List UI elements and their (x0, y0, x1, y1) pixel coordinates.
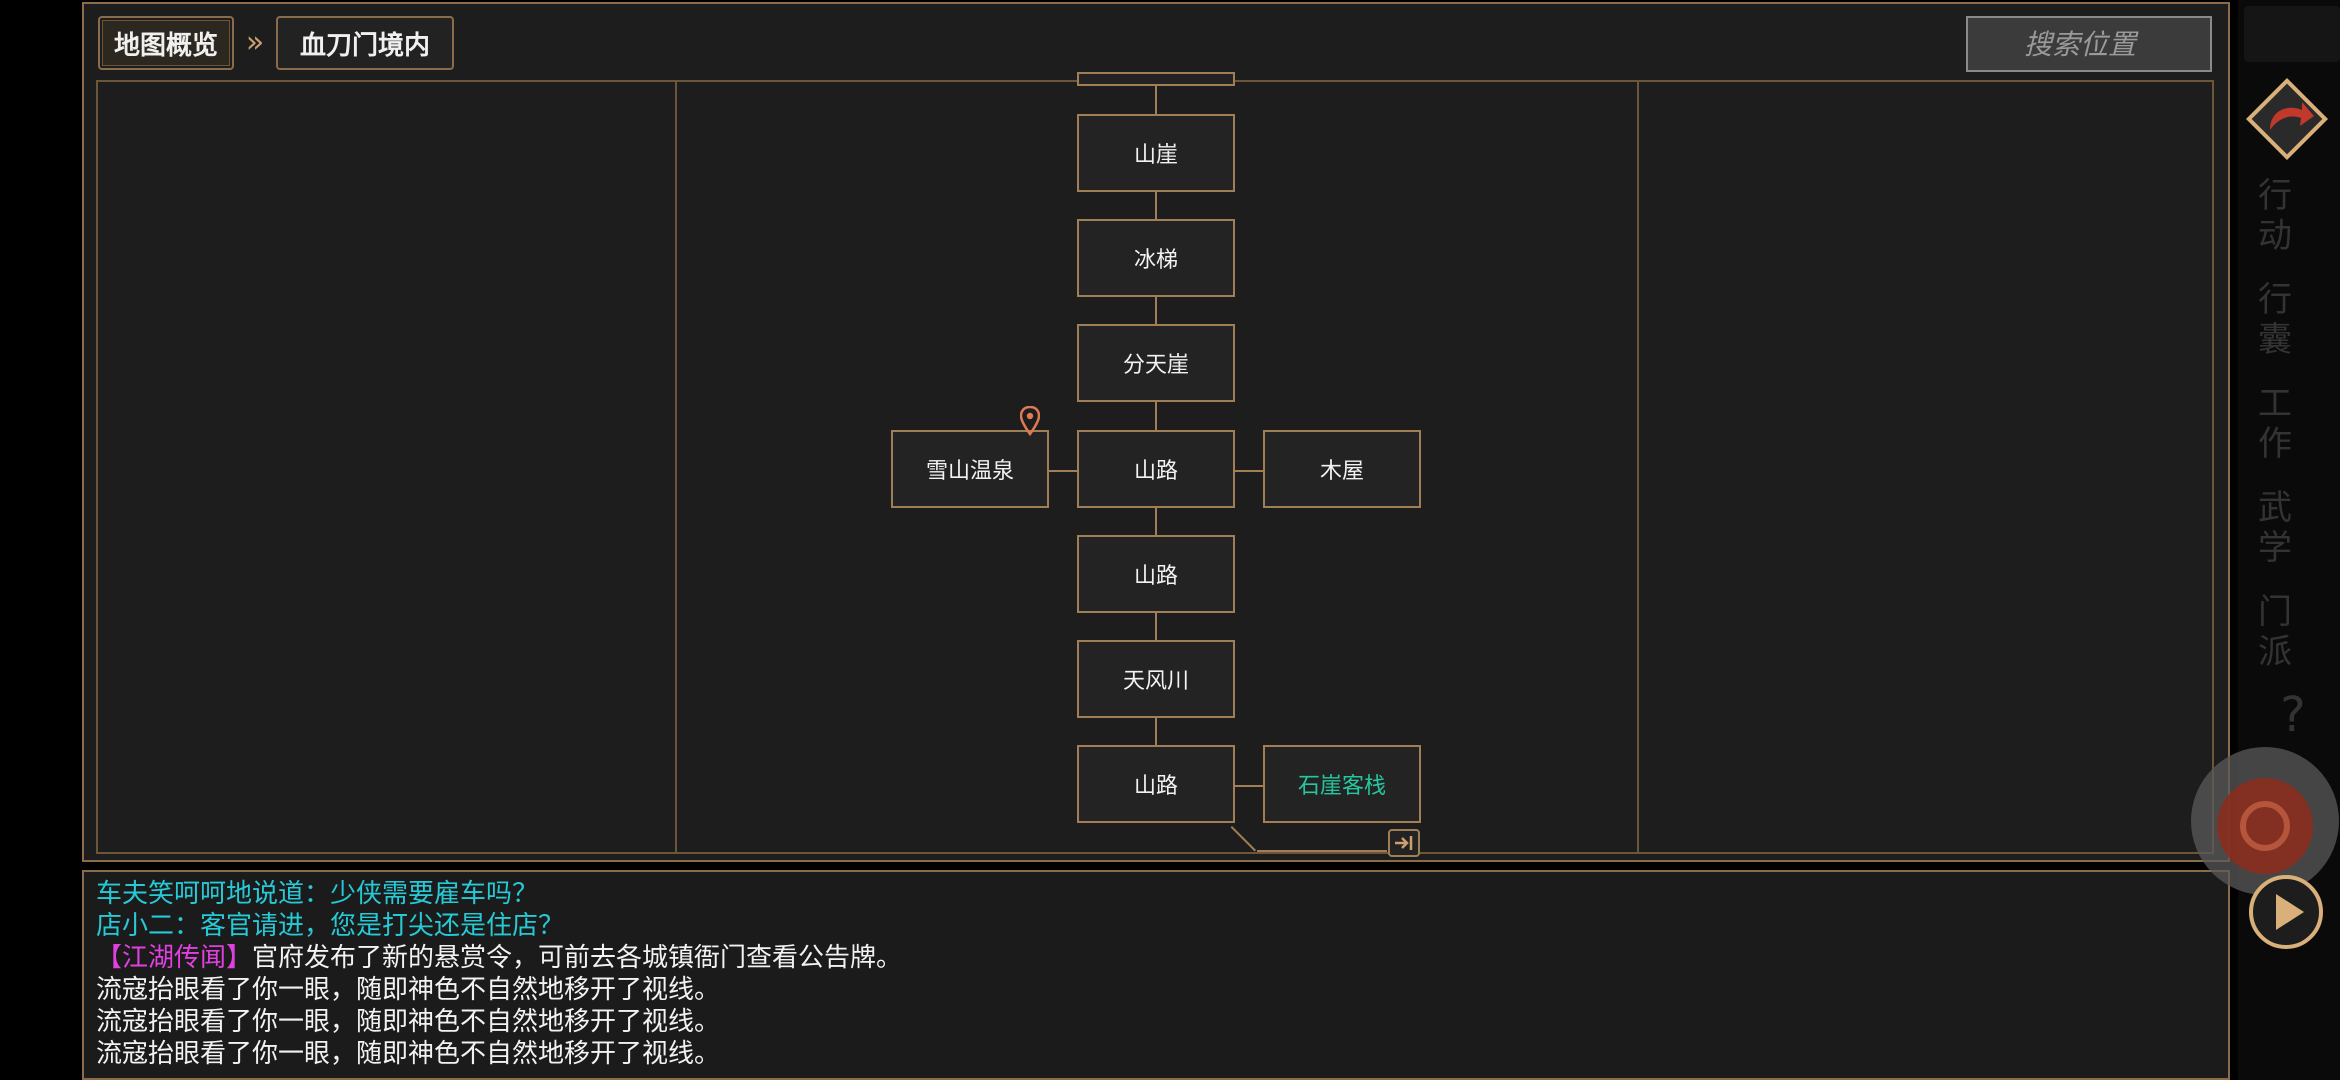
log-line: 店小二：客官请进，您是打尖还是住店？ (96, 911, 565, 941)
map-canvas[interactable]: 山崖 冰梯 分天崖 山路 雪山温泉 木屋 山路 天风川 山路 石崖客栈 (96, 72, 2214, 857)
breadcrumb-current-button[interactable]: 血刀门境内 (276, 16, 454, 70)
sidebar-skill-button[interactable]: 武学 (2248, 488, 2336, 576)
help-button[interactable]: ? (2258, 680, 2328, 750)
breadcrumb-chevron-icon: » (245, 24, 265, 60)
help-icon: ? (2280, 687, 2306, 743)
sidebar-action-label: 行动 (2258, 176, 2292, 256)
map-node-label: 山路 (1133, 564, 1178, 589)
message-log[interactable]: 车夫笑呵呵地说道：少侠需要雇车吗？ 店小二：客官请进，您是打尖还是住店？ 【江湖… (96, 878, 1996, 1070)
sidebar-work-label: 工作 (2258, 384, 2292, 464)
sidebar-top-tab (2244, 6, 2340, 62)
map-link (1155, 613, 1157, 643)
map-node[interactable]: 木屋 (1263, 430, 1421, 508)
sidebar-skill-label: 武学 (2258, 488, 2292, 568)
map-node-label: 天风川 (1122, 669, 1189, 694)
map-link (1257, 850, 1387, 852)
log-line: 【江湖传闻】官府发布了新的悬赏令，可前去各城镇衙门查看公告牌。 (96, 942, 1996, 974)
log-line: 流寇抬眼看了你一眼，随即神色不自然地移开了视线。 (96, 975, 721, 1005)
exit-icon[interactable] (1387, 828, 1421, 858)
map-link (1230, 826, 1257, 852)
map-node[interactable]: 山路 (1077, 535, 1235, 613)
map-node-label: 山崖 (1133, 143, 1178, 168)
location-pin-icon (1020, 406, 1040, 436)
map-node-current[interactable]: 山路 (1077, 430, 1235, 508)
map-column-divider (1637, 82, 1639, 852)
sidebar-sect-label: 门派 (2258, 592, 2292, 672)
sidebar-bag-label: 行囊 (2258, 280, 2292, 360)
map-node-inn[interactable]: 石崖客栈 (1263, 745, 1421, 823)
map-node-label: 冰梯 (1133, 248, 1178, 273)
log-line: 流寇抬眼看了你一眼，随即神色不自然地移开了视线。 (96, 1039, 721, 1069)
log-line: 车夫笑呵呵地说道：少侠需要雇车吗？ (96, 879, 539, 909)
map-node-partial (1077, 72, 1235, 86)
sidebar-action-button[interactable]: 行动 (2248, 176, 2336, 264)
play-button[interactable] (2246, 872, 2326, 952)
map-link (1235, 785, 1263, 787)
search-location-input[interactable] (1966, 16, 2212, 72)
map-node-label: 石崖客栈 (1297, 774, 1386, 799)
map-node[interactable]: 雪山温泉 (891, 430, 1049, 508)
map-link (1155, 508, 1157, 538)
log-line: 流寇抬眼看了你一眼，随即神色不自然地移开了视线。 (96, 1007, 721, 1037)
map-column-divider (675, 82, 677, 852)
map-node-label: 分天崖 (1122, 353, 1189, 378)
map-node[interactable]: 天风川 (1077, 640, 1235, 718)
map-node[interactable]: 分天崖 (1077, 324, 1235, 402)
map-link (1049, 470, 1077, 472)
breadcrumb-current-label: 血刀门境内 (299, 30, 430, 61)
map-node[interactable]: 冰梯 (1077, 219, 1235, 297)
map-node[interactable]: 山路 (1077, 745, 1235, 823)
map-link (1155, 86, 1157, 116)
map-link (1155, 192, 1157, 222)
rumor-tag: 【江湖传闻】 (96, 943, 253, 973)
sidebar-work-button[interactable]: 工作 (2248, 384, 2336, 472)
map-link (1155, 297, 1157, 327)
map-node-label: 木屋 (1319, 459, 1364, 484)
sidebar-bag-button[interactable]: 行囊 (2248, 280, 2336, 368)
breadcrumb-overview-label: 地图概览 (113, 30, 218, 61)
map-node[interactable]: 山崖 (1077, 114, 1235, 192)
breadcrumb-overview-button[interactable]: 地图概览 (98, 16, 234, 70)
map-link (1155, 718, 1157, 748)
map-node-label: 山路 (1133, 774, 1178, 799)
log-line-text: 官府发布了新的悬赏令，可前去各城镇衙门查看公告牌。 (252, 943, 903, 973)
map-node-label: 雪山温泉 (925, 459, 1014, 484)
map-link (1155, 402, 1157, 432)
back-button[interactable] (2240, 72, 2334, 166)
map-node-label: 山路 (1133, 459, 1178, 484)
sidebar-sect-button[interactable]: 门派 (2248, 592, 2336, 680)
map-link (1235, 470, 1263, 472)
